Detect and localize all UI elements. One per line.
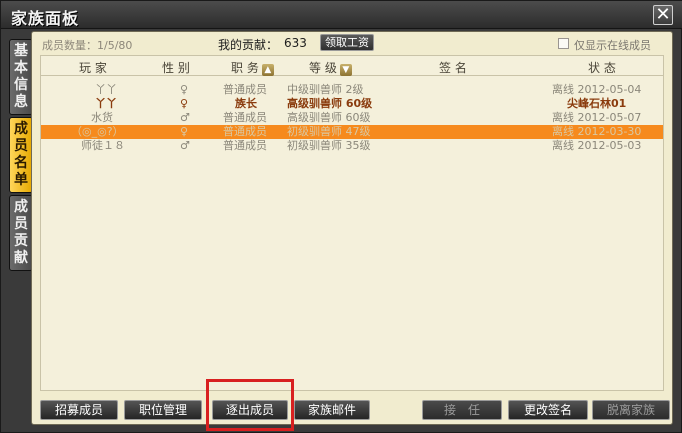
header-level: 等 级 bbox=[309, 61, 337, 75]
cell-status: 离线 2012-05-03 bbox=[552, 139, 642, 152]
cell-gender: ♂ bbox=[180, 139, 190, 152]
cell-status: 离线 2012-05-04 bbox=[552, 83, 642, 96]
window-title: 家族面板 bbox=[11, 9, 80, 28]
member-rows: 丫丫 ♀ 普通成员 中级驯兽师 2级 离线 2012-05-04 丫丫 ♀ 族长… bbox=[41, 83, 663, 153]
cell-level: 中级驯兽师 2级 bbox=[287, 83, 364, 96]
cell-level: 初级驯兽师 47级 bbox=[287, 125, 371, 138]
tab-basic-info[interactable]: 基 本 信 息 bbox=[9, 39, 33, 115]
title-bar[interactable]: 家族面板 ✕ bbox=[1, 1, 682, 29]
contribution-value: 633 bbox=[284, 36, 307, 50]
header-level-group[interactable]: 等 级 ▼ bbox=[309, 59, 352, 76]
header-role: 职 务 bbox=[231, 61, 259, 75]
cell-gender: ♀ bbox=[180, 125, 189, 138]
cell-gender: ♀ bbox=[180, 97, 189, 110]
leave-family-button[interactable]: 脱离家族 bbox=[592, 400, 670, 420]
cell-status: 离线 2012-03-30 bbox=[552, 125, 642, 138]
cell-player: 水货 bbox=[91, 111, 113, 124]
close-button[interactable]: ✕ bbox=[653, 5, 673, 25]
cell-player: 师徒１８ bbox=[81, 139, 125, 152]
cell-role: 普通成员 bbox=[223, 83, 267, 96]
online-only-label: 仅显示在线成员 bbox=[574, 39, 651, 52]
cell-role: 普通成员 bbox=[223, 111, 267, 124]
bottom-button-bar: 招募成员 职位管理 逐出成员 家族邮件 接 任 更改签名 脱离家族 bbox=[32, 379, 672, 431]
cell-role: 普通成员 bbox=[223, 139, 267, 152]
position-manage-button[interactable]: 职位管理 bbox=[124, 400, 202, 420]
claim-salary-button[interactable]: 领取工资 bbox=[320, 34, 374, 51]
table-header: 玩 家 性 别 职 务 ▲ 等 级 ▼ 签 名 状 态 bbox=[41, 56, 663, 76]
cell-gender: ♂ bbox=[180, 111, 190, 124]
header-gender[interactable]: 性 别 bbox=[162, 59, 190, 76]
panel-topbar: 成员数量：1/5/80 我的贡献： 633 领取工资 仅显示在线成员 bbox=[32, 32, 672, 54]
tab-member-contribution[interactable]: 成 员 贡 献 bbox=[9, 195, 33, 271]
table-row[interactable]: 水货 ♂ 普通成员 高级驯兽师 60级 离线 2012-05-07 bbox=[41, 111, 663, 125]
cell-level: 高级驯兽师 60级 bbox=[287, 111, 371, 124]
online-only-checkbox[interactable] bbox=[558, 38, 569, 49]
down-arrow-icon[interactable]: ▼ bbox=[339, 64, 352, 76]
kick-member-button[interactable]: 逐出成员 bbox=[212, 400, 288, 420]
member-list-panel: 成员数量：1/5/80 我的贡献： 633 领取工资 仅显示在线成员 玩 家 性… bbox=[31, 31, 673, 431]
tab-member-list[interactable]: 成 员 名 单 bbox=[9, 117, 33, 193]
member-table: 玩 家 性 别 职 务 ▲ 等 级 ▼ 签 名 状 态 丫丫 ♀ 普通成员 中级驯兽… bbox=[40, 55, 664, 391]
header-signature[interactable]: 签 名 bbox=[439, 59, 467, 76]
header-status[interactable]: 状 态 bbox=[588, 59, 616, 76]
cell-player: 丫丫 bbox=[95, 97, 117, 110]
cell-status: 离线 2012-05-07 bbox=[552, 111, 642, 124]
cell-player: （◎_◎?） bbox=[71, 125, 124, 138]
header-role-group[interactable]: 职 务 ▲ bbox=[231, 59, 274, 76]
cell-role: 普通成员 bbox=[223, 125, 267, 138]
up-arrow-icon[interactable]: ▲ bbox=[261, 64, 274, 76]
table-row[interactable]: 丫丫 ♀ 族长 高级驯兽师 60级 尖峰石林01 bbox=[41, 97, 663, 111]
family-panel-window: 家族面板 ✕ 基 本 信 息 成 员 名 单 成 员 贡 献 成员数量：1/5/… bbox=[0, 0, 682, 433]
member-count: 成员数量：1/5/80 bbox=[42, 39, 133, 52]
table-row[interactable]: 丫丫 ♀ 普通成员 中级驯兽师 2级 离线 2012-05-04 bbox=[41, 83, 663, 97]
cell-level: 高级驯兽师 60级 bbox=[287, 97, 373, 110]
header-player[interactable]: 玩 家 bbox=[79, 59, 107, 76]
table-row[interactable]: 师徒１８ ♂ 普通成员 初级驯兽师 35级 离线 2012-05-03 bbox=[41, 139, 663, 153]
family-mail-button[interactable]: 家族邮件 bbox=[294, 400, 370, 420]
succeed-button[interactable]: 接 任 bbox=[422, 400, 502, 420]
cell-role: 族长 bbox=[235, 97, 257, 110]
cell-gender: ♀ bbox=[180, 83, 189, 96]
recruit-member-button[interactable]: 招募成员 bbox=[40, 400, 118, 420]
cell-level: 初级驯兽师 35级 bbox=[287, 139, 371, 152]
cell-status: 尖峰石林01 bbox=[567, 97, 627, 110]
table-row-selected[interactable]: （◎_◎?） ♀ 普通成员 初级驯兽师 47级 离线 2012-03-30 bbox=[41, 125, 663, 139]
contribution-label: 我的贡献： bbox=[218, 38, 279, 52]
cell-player: 丫丫 bbox=[95, 83, 117, 96]
edit-signature-button[interactable]: 更改签名 bbox=[508, 400, 588, 420]
